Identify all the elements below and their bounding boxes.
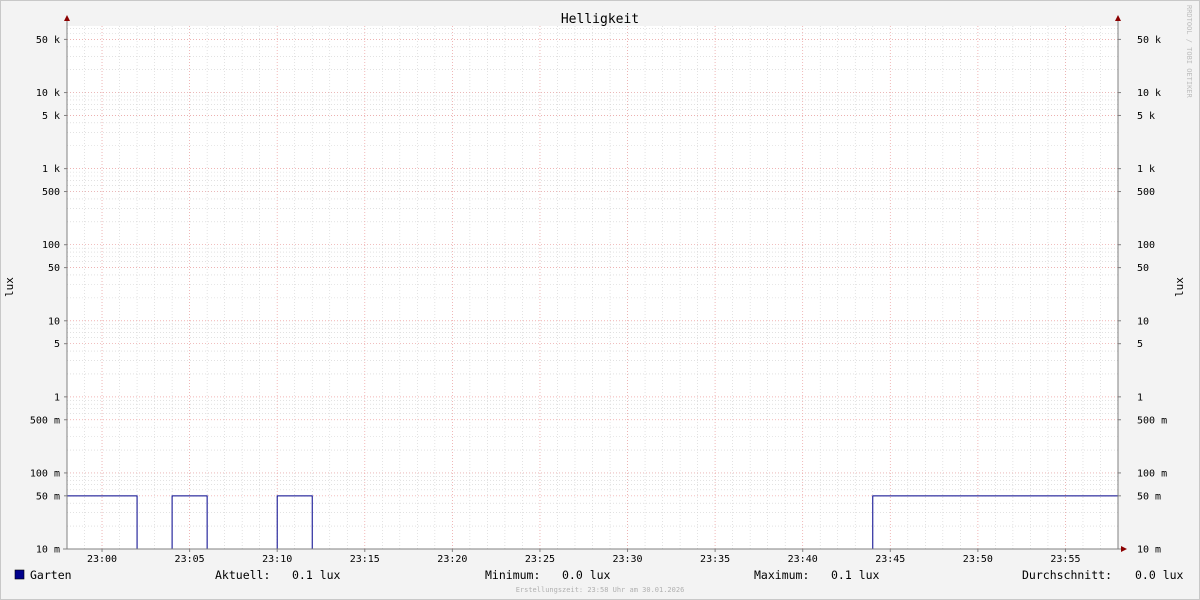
x-tick-label: 23:00 — [87, 554, 117, 565]
y-tick-label-right: 100 m — [1137, 468, 1167, 479]
y-tick-label-left: 10 — [48, 316, 60, 327]
y-tick-label-left: 5 — [54, 339, 60, 350]
y-tick-label-right: 100 — [1137, 240, 1155, 251]
y-tick-label-left: 1 k — [42, 164, 60, 175]
x-tick-label: 23:40 — [788, 554, 818, 565]
x-tick-label: 23:50 — [963, 554, 993, 565]
legend-maximum-value: 0.1 lux — [831, 568, 880, 582]
legend-current-value: 0.1 lux — [292, 568, 341, 582]
x-tick-label: 23:30 — [612, 554, 642, 565]
y-tick-label-left: 10 m — [36, 545, 60, 556]
legend-minimum-label: Minimum: — [485, 568, 540, 582]
y-tick-label-left: 10 k — [36, 88, 60, 99]
legend-maximum-label: Maximum: — [754, 568, 809, 582]
x-tick-label: 23:15 — [350, 554, 380, 565]
y-tick-label-right: 50 — [1137, 263, 1149, 274]
legend-swatch — [14, 569, 25, 580]
y-tick-label-left: 500 — [42, 187, 60, 198]
chart-title: Helligkeit — [561, 12, 639, 27]
y-axis-label-right: lux — [1173, 277, 1186, 297]
legend-current-label: Aktuell: — [215, 568, 270, 582]
y-axis-left-arrow — [64, 15, 70, 21]
y-tick-label-left: 5 k — [42, 111, 60, 122]
y-tick-label-left: 50 m — [36, 491, 60, 502]
y-tick-label-left: 50 k — [36, 35, 60, 46]
x-tick-label: 23:55 — [1050, 554, 1080, 565]
y-tick-label-right: 10 k — [1137, 88, 1161, 99]
x-tick-label: 23:45 — [875, 554, 905, 565]
legend-average-label: Durchschnitt: — [1022, 568, 1112, 582]
x-tick-label: 23:05 — [175, 554, 205, 565]
footer-timestamp: Erstellungszeit: 23:58 Uhr am 30.01.2026 — [516, 586, 685, 594]
y-tick-label-right: 10 — [1137, 316, 1149, 327]
y-tick-label-left: 100 — [42, 240, 60, 251]
legend-average-value: 0.0 lux — [1135, 568, 1184, 582]
y-tick-label-left: 500 m — [30, 415, 60, 426]
y-ticks-right: 50 k 10 k 5 k 1 k 500 100 50 10 5 1 500 m 100 m 50 m… — [1118, 35, 1167, 556]
x-tick-label: 23:25 — [525, 554, 555, 565]
y-tick-label-right: 5 k — [1137, 111, 1155, 122]
grid — [66, 26, 1119, 550]
legend-series-name: Garten — [30, 568, 72, 582]
y-tick-label-right: 500 — [1137, 187, 1155, 198]
x-tick-label: 23:10 — [262, 554, 292, 565]
y-tick-label-left: 100 m — [30, 468, 60, 479]
y-tick-label-right: 1 k — [1137, 164, 1155, 175]
x-ticks: 23:00 23:05 23:10 23:15 23:20 23:25 23:30 23:35… — [87, 549, 1081, 565]
y-tick-label-left: 1 — [54, 392, 60, 403]
y-tick-label-right: 50 m — [1137, 491, 1161, 502]
x-tick-label: 23:35 — [700, 554, 730, 565]
y-tick-label-right: 50 k — [1137, 35, 1161, 46]
y-tick-label-right: 10 m — [1137, 545, 1161, 556]
legend-minimum-value: 0.0 lux — [562, 568, 611, 582]
y-axis-label-left: lux — [3, 277, 16, 297]
chart-svg: 50 k 10 k 5 k 1 k 500 100 50 10 5 1 500 m 100 m 50 m… — [3, 5, 1193, 594]
y-tick-label-right: 500 m — [1137, 415, 1167, 426]
x-axis-arrow — [1121, 546, 1127, 552]
x-tick-label: 23:20 — [437, 554, 467, 565]
y-tick-label-left: 50 — [48, 263, 60, 274]
rrdtool-watermark: RRDTOOL / TOBI OETIKER — [1185, 5, 1193, 99]
y-ticks-left: 50 k 10 k 5 k 1 k 500 100 50 10 5 1 500 m 100 m 50 m… — [30, 35, 67, 556]
y-tick-label-right: 1 — [1137, 392, 1143, 403]
y-tick-label-right: 5 — [1137, 339, 1143, 350]
y-axis-right-arrow — [1115, 15, 1121, 21]
